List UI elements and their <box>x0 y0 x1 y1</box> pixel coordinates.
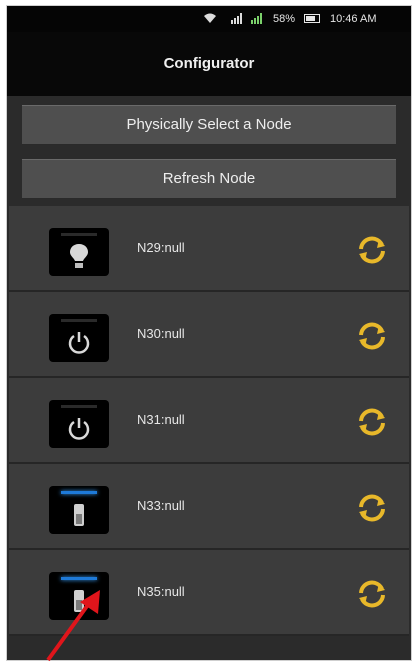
node-label: N33:null <box>137 498 185 513</box>
status-bar: 58% 10:46 AM <box>7 6 411 32</box>
node-list-panel: Physically Select a Node Refresh Node N2… <box>7 96 411 660</box>
list-item[interactable]: N30:null <box>9 292 409 378</box>
page-title: Configurator <box>7 32 411 96</box>
list-item[interactable]: N29:null <box>9 206 409 292</box>
power-icon <box>49 314 109 362</box>
node-label: N31:null <box>137 412 185 427</box>
node-label: N35:null <box>137 584 185 599</box>
refresh-icon[interactable] <box>355 493 389 523</box>
signal-icon <box>251 13 263 24</box>
list-item[interactable]: N31:null <box>9 378 409 464</box>
refresh-node-button[interactable]: Refresh Node <box>22 159 396 199</box>
switch-icon <box>49 486 109 534</box>
refresh-icon[interactable] <box>355 321 389 351</box>
phone-screen: 58% 10:46 AM Configurator Physically Sel… <box>6 5 412 661</box>
bulb-icon <box>49 228 109 276</box>
red-arrow-icon <box>46 590 100 662</box>
list-item[interactable]: N33:null <box>9 464 409 550</box>
signal-icon <box>231 13 243 24</box>
clock: 10:46 AM <box>330 13 377 25</box>
power-icon <box>49 400 109 448</box>
node-label: N29:null <box>137 240 185 255</box>
node-label: N30:null <box>137 326 185 341</box>
physically-select-node-button[interactable]: Physically Select a Node <box>22 105 396 145</box>
battery-icon <box>304 14 320 23</box>
refresh-icon[interactable] <box>355 235 389 265</box>
refresh-icon[interactable] <box>355 407 389 437</box>
battery-percent: 58% <box>273 13 296 25</box>
refresh-icon[interactable] <box>355 579 389 609</box>
wifi-icon <box>203 12 217 27</box>
